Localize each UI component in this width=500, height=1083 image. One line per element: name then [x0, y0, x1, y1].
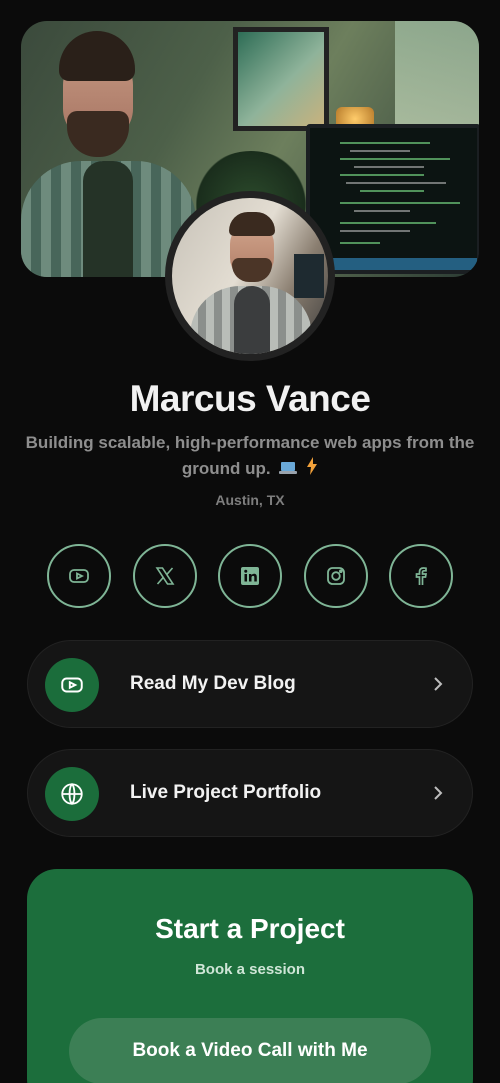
linkedin-icon [241, 567, 259, 585]
x-button[interactable] [132, 544, 197, 608]
wall-art [233, 27, 329, 131]
social-links [47, 544, 453, 608]
profile-bio-text: Building scalable, high-performance web … [25, 433, 475, 478]
profile-bio: Building scalable, high-performance web … [18, 430, 482, 483]
youtube-button[interactable] [47, 544, 111, 608]
booking-title: Start a Project [155, 913, 345, 944]
link-card-icon [45, 767, 99, 821]
book-video-call-button[interactable]: Book a Video Call with Me [69, 1018, 431, 1083]
instagram-button[interactable] [303, 544, 368, 608]
profile-name: Marcus Vance [129, 378, 371, 419]
laptop-icon [279, 457, 298, 483]
booking-card: Start a Project Book a session Book a Vi… [27, 869, 473, 1083]
facebook-button[interactable] [389, 544, 453, 608]
youtube-icon [69, 569, 89, 583]
link-card-portfolio[interactable]: Live Project Portfolio [27, 749, 473, 837]
profile-location: Austin, TX [215, 492, 285, 508]
link-card-dev-blog[interactable]: Read My Dev Blog [27, 640, 473, 728]
link-card-label: Live Project Portfolio [130, 782, 322, 803]
link-card-label: Read My Dev Blog [130, 673, 296, 694]
avatar[interactable] [165, 191, 335, 361]
lightning-icon [306, 456, 318, 483]
x-icon [155, 567, 174, 585]
cover-person [21, 31, 196, 277]
facebook-icon [415, 567, 428, 585]
link-card-icon [45, 658, 99, 712]
chevron-right-icon [434, 677, 443, 691]
linkedin-button[interactable] [218, 544, 282, 608]
instagram-icon [326, 567, 345, 585]
code-monitor [306, 124, 479, 274]
globe-icon [61, 782, 83, 806]
chevron-right-icon [434, 786, 443, 800]
youtube-icon [61, 677, 83, 693]
booking-subtitle: Book a session [194, 961, 306, 978]
